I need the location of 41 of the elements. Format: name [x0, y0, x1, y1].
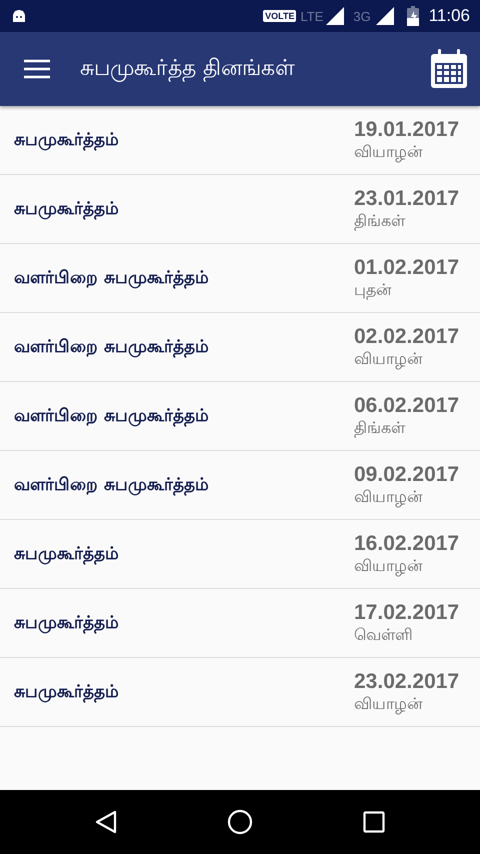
event-weekday: வியாழன் [354, 694, 423, 714]
volte-badge: VOLTE [263, 10, 296, 22]
event-title: சுபமுகூர்த்தம் [14, 544, 120, 564]
home-button[interactable] [227, 809, 253, 835]
event-date: 02.02.2017 [354, 324, 460, 348]
battery-icon [406, 6, 419, 26]
network-label: 3G [353, 8, 371, 24]
event-weekday: திங்கள் [354, 210, 405, 232]
event-date: 01.02.2017 [354, 256, 460, 280]
event-date: 23.02.2017 [354, 670, 460, 694]
event-title: சுபமுகூர்த்தம் [14, 612, 120, 634]
event-title: வளர்பிறை சுபமுகூர்த்தம் [14, 474, 210, 496]
recents-button[interactable] [363, 811, 385, 833]
event-date: 19.01.2017 [354, 118, 460, 142]
event-date: 16.02.2017 [354, 532, 460, 556]
app-title: சுபமுகூர்த்த தினங்கள் [80, 56, 296, 82]
lte-label: LTE [300, 8, 324, 24]
event-date: 06.02.2017 [354, 394, 460, 418]
event-date: 17.02.2017 [354, 600, 460, 624]
event-weekday: வியாழன் [354, 348, 423, 370]
event-title: சுபமுகூர்த்தம் [14, 198, 120, 220]
menu-button[interactable] [24, 59, 50, 79]
status-time: 11:06 [428, 6, 470, 26]
signal-icon [325, 7, 346, 25]
event-weekday: வெள்ளி [354, 624, 413, 646]
event-weekday: வியாழன் [354, 556, 423, 576]
signal-icon [374, 7, 395, 25]
event-weekday: திங்கள் [354, 418, 405, 438]
back-button[interactable] [95, 810, 117, 834]
event-weekday: வியாழன் [354, 486, 423, 508]
event-title: வளர்பிறை சுபமுகூர்த்தம் [14, 268, 210, 288]
event-date: 09.02.2017 [354, 462, 460, 486]
android-icon [12, 9, 26, 23]
event-title: வளர்பிறை சுபமுகூர்த்தம் [14, 406, 210, 426]
event-title: சுபமுகூர்த்தம் [14, 682, 120, 702]
event-weekday: புதன் [354, 280, 392, 300]
event-title: சுபமுகூர்த்தம் [14, 130, 120, 150]
event-weekday: வியாழன் [354, 142, 423, 162]
calendar-button[interactable] [430, 49, 468, 89]
event-date: 23.01.2017 [354, 186, 460, 210]
event-title: வளர்பிறை சுபமுகூர்த்தம் [14, 336, 210, 358]
